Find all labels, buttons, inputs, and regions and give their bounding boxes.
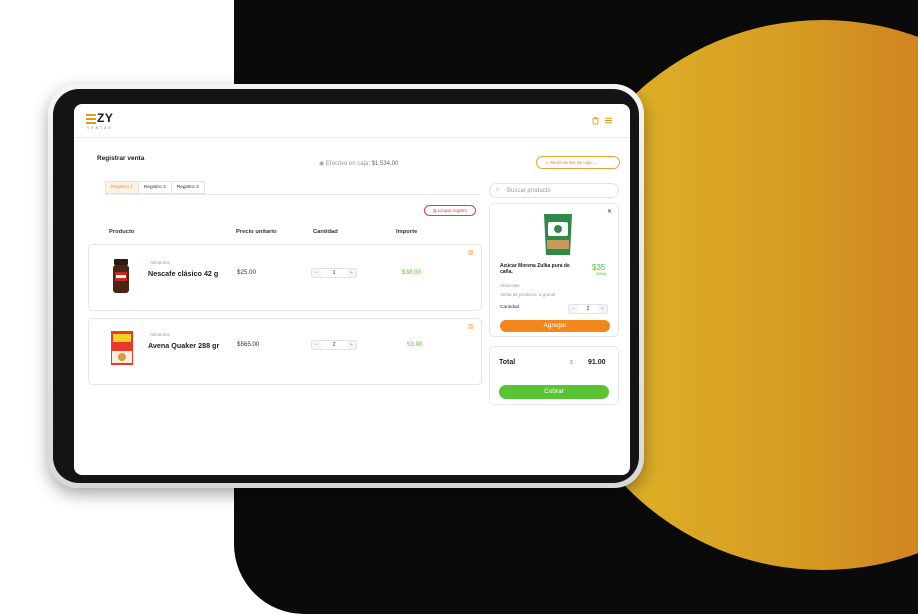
selected-product-price: $35 <box>592 263 606 272</box>
column-header-amount: Importe <box>396 229 418 235</box>
delete-row-icon[interactable]: ▥ <box>468 250 474 256</box>
cash-movements-button[interactable]: ▭ Movimientos de caja ⌄ <box>536 156 620 169</box>
product-search[interactable]: ⌕ Buscar producto <box>489 183 619 198</box>
search-icon: ⌕ <box>496 187 500 193</box>
decrease-button[interactable]: − <box>312 269 321 277</box>
currency-symbol: $ <box>570 360 574 366</box>
add-product-button[interactable]: Agregar <box>500 320 610 332</box>
total-label: Total <box>499 359 516 366</box>
register-tabs: Registro 1 Registro 2 Registro 3 <box>105 181 205 194</box>
quantity-value[interactable]: 1 <box>321 269 347 277</box>
bag-icon[interactable] <box>590 116 600 126</box>
cash-movements-label: Movimientos de caja <box>550 160 592 165</box>
total-value: 91.00 <box>588 359 606 366</box>
product-category: Alimentos <box>150 332 170 337</box>
brand-logo[interactable]: ZY VENTAS <box>86 111 126 133</box>
quantity-label: Cantidad <box>500 305 520 310</box>
stage: ZY VENTAS Registrar venta ◉ Efectivo en … <box>0 0 918 614</box>
tab-registro-1[interactable]: Registro 1 <box>105 181 139 194</box>
tab-registro-2[interactable]: Registro 2 <box>138 181 172 194</box>
chevron-down-icon: ⌄ <box>592 160 597 165</box>
product-name: Nescafe clásico 42 g <box>148 269 219 278</box>
quantity-stepper[interactable]: − 2 + <box>311 340 357 350</box>
quantity-stepper[interactable]: − 1 + <box>311 268 357 278</box>
order-summary: Total $ 91.00 Cobrar <box>489 346 619 405</box>
cash-balance: ◉ Efectivo en caja: $1,534.00 <box>319 160 398 167</box>
selected-product-category: Abarrotes <box>500 283 520 288</box>
logo-mark-icon <box>86 114 96 124</box>
brand-name: ZY <box>97 111 114 125</box>
nescafe-jar-image <box>113 259 129 293</box>
unit-price: $565.00 <box>237 341 260 348</box>
column-header-product: Producto <box>109 229 135 235</box>
product-detail-card: ✕ Azúcar Morena Zulka pura de caña. $35 … <box>489 203 619 337</box>
close-icon[interactable]: ✕ <box>607 208 612 215</box>
menu-icon[interactable] <box>603 116 613 126</box>
line-total: $38.00 <box>402 269 421 276</box>
selected-product-name: Azúcar Morena Zulka pura de caña. <box>500 263 570 275</box>
tablet-frame: ZY VENTAS Registrar venta ◉ Efectivo en … <box>48 84 644 488</box>
quaker-box-image <box>111 331 133 365</box>
search-placeholder: Buscar producto <box>507 188 551 194</box>
increase-button[interactable]: + <box>347 269 356 277</box>
column-header-unit-price: Precio unitario <box>236 229 277 235</box>
clear-register-button[interactable]: ▥ Limpiar registro <box>424 205 476 216</box>
register-icon: ▭ <box>545 160 550 165</box>
delete-row-icon[interactable]: ▥ <box>468 324 474 330</box>
app-screen: ZY VENTAS Registrar venta ◉ Efectivo en … <box>74 104 630 475</box>
table-row: ▥ Alimentos Nescafe clásico 42 g $25.00 … <box>88 244 482 311</box>
quantity-value[interactable]: 2 <box>578 305 598 313</box>
quantity-value[interactable]: 2 <box>321 341 347 349</box>
charge-button[interactable]: Cobrar <box>499 385 609 399</box>
sugar-bag-image <box>544 214 572 255</box>
decrease-button[interactable]: − <box>312 341 321 349</box>
increase-button[interactable]: + <box>598 305 607 313</box>
unit-price: $25.00 <box>237 269 256 276</box>
quantity-stepper[interactable]: − 2 + <box>568 304 608 314</box>
tablet-bezel: ZY VENTAS Registrar venta ◉ Efectivo en … <box>53 89 639 483</box>
tab-registro-3[interactable]: Registro 3 <box>171 181 205 194</box>
column-header-quantity: Cantidad <box>313 229 338 235</box>
selected-product-unit-price: $35/kg <box>596 272 607 276</box>
cash-label: Efectivo en caja: <box>325 161 370 167</box>
app-header: ZY VENTAS <box>74 104 630 138</box>
decrease-button[interactable]: − <box>569 305 578 313</box>
brand-tagline: VENTAS <box>87 126 113 130</box>
table-row: ▥ Alimentos Avena Quaker 288 gr $565.00 … <box>88 318 482 385</box>
line-total: 53.00 <box>407 341 423 348</box>
cash-amount: $1,534.00 <box>371 161 399 167</box>
clear-register-label: Limpiar registro <box>438 208 467 213</box>
page-title: Registrar venta <box>97 155 145 162</box>
selected-product-sale-type: Venta de producto: a granel <box>500 292 556 297</box>
eye-icon[interactable]: ◉ <box>319 161 324 167</box>
increase-button[interactable]: + <box>347 341 356 349</box>
product-name: Avena Quaker 288 gr <box>148 341 220 350</box>
tabs-divider <box>105 194 480 195</box>
product-category: Alimentos <box>150 260 170 265</box>
trash-icon: ▥ <box>433 208 437 213</box>
